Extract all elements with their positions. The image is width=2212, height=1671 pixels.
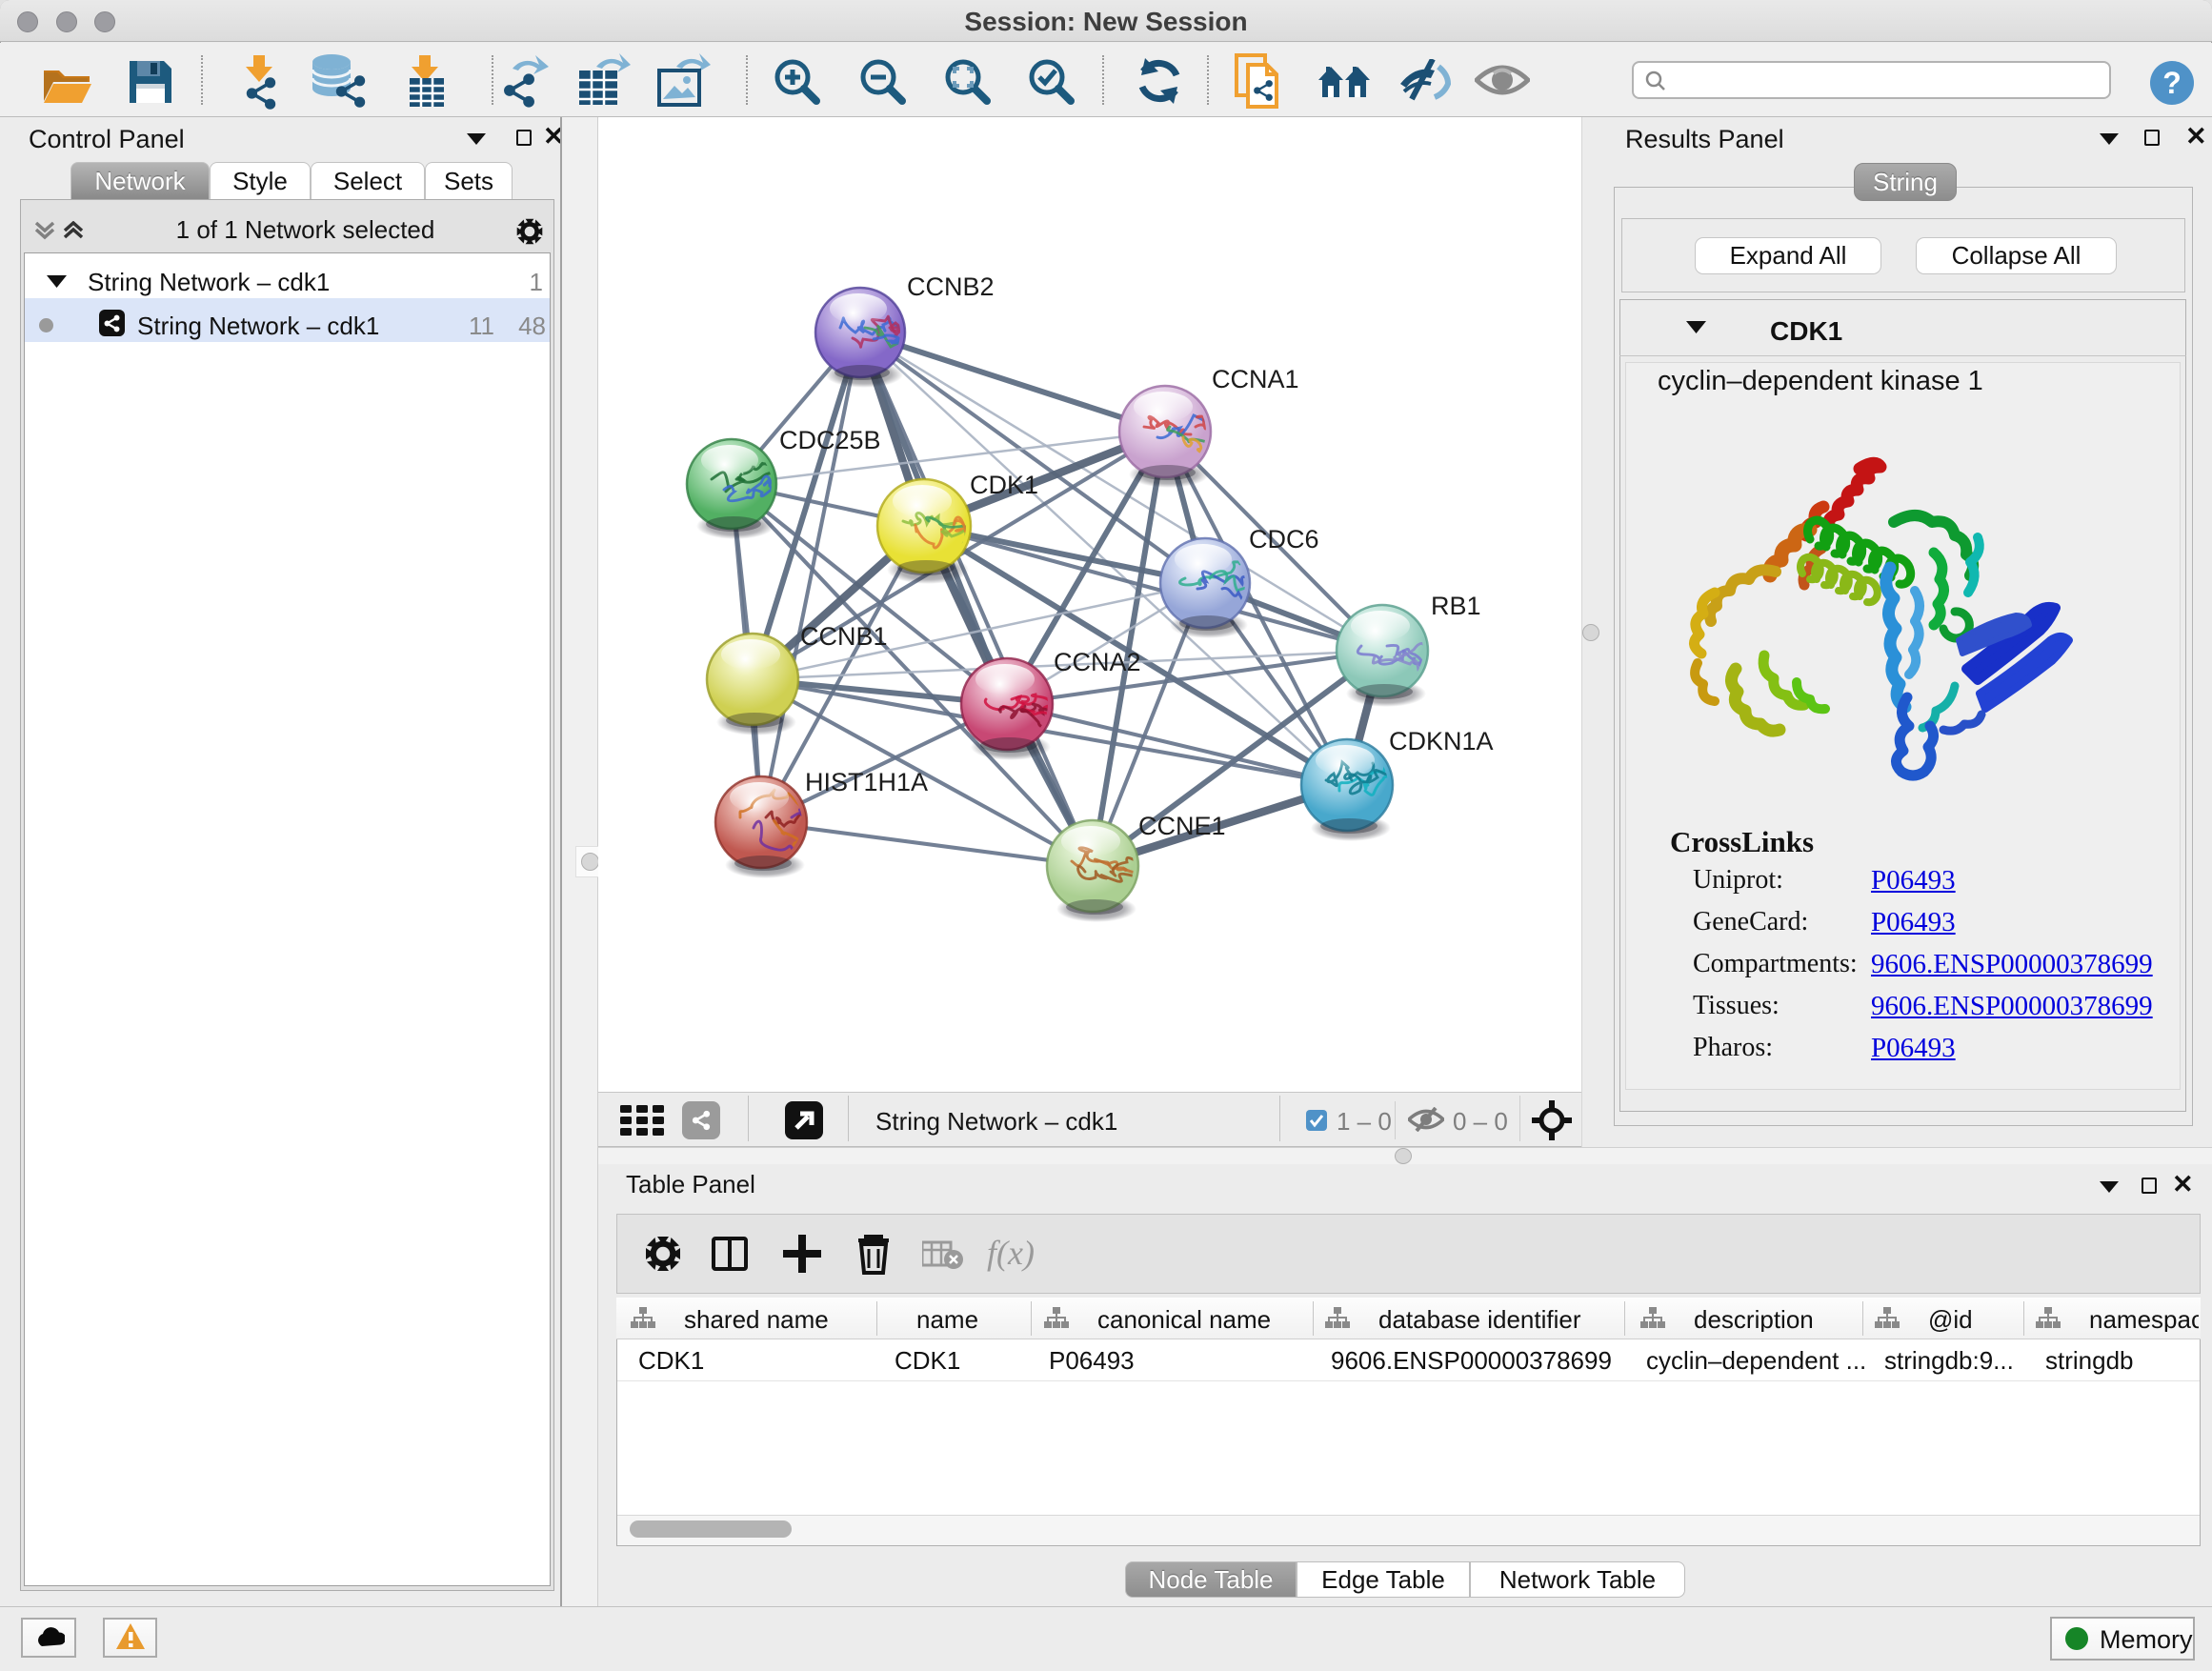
svg-text:CDC25B: CDC25B [779, 426, 881, 454]
svg-text:CDC6: CDC6 [1249, 525, 1319, 554]
svg-text:CDK1: CDK1 [970, 471, 1038, 499]
svg-text:RB1: RB1 [1431, 592, 1481, 620]
svg-text:CCNA1: CCNA1 [1212, 365, 1299, 393]
svg-text:CCNE1: CCNE1 [1138, 812, 1226, 840]
svg-text:CCNA2: CCNA2 [1054, 648, 1141, 676]
svg-text:CDKN1A: CDKN1A [1389, 727, 1494, 755]
svg-text:CCNB2: CCNB2 [907, 272, 995, 301]
svg-text:HIST1H1A: HIST1H1A [805, 768, 928, 796]
svg-text:CCNB1: CCNB1 [800, 622, 888, 651]
